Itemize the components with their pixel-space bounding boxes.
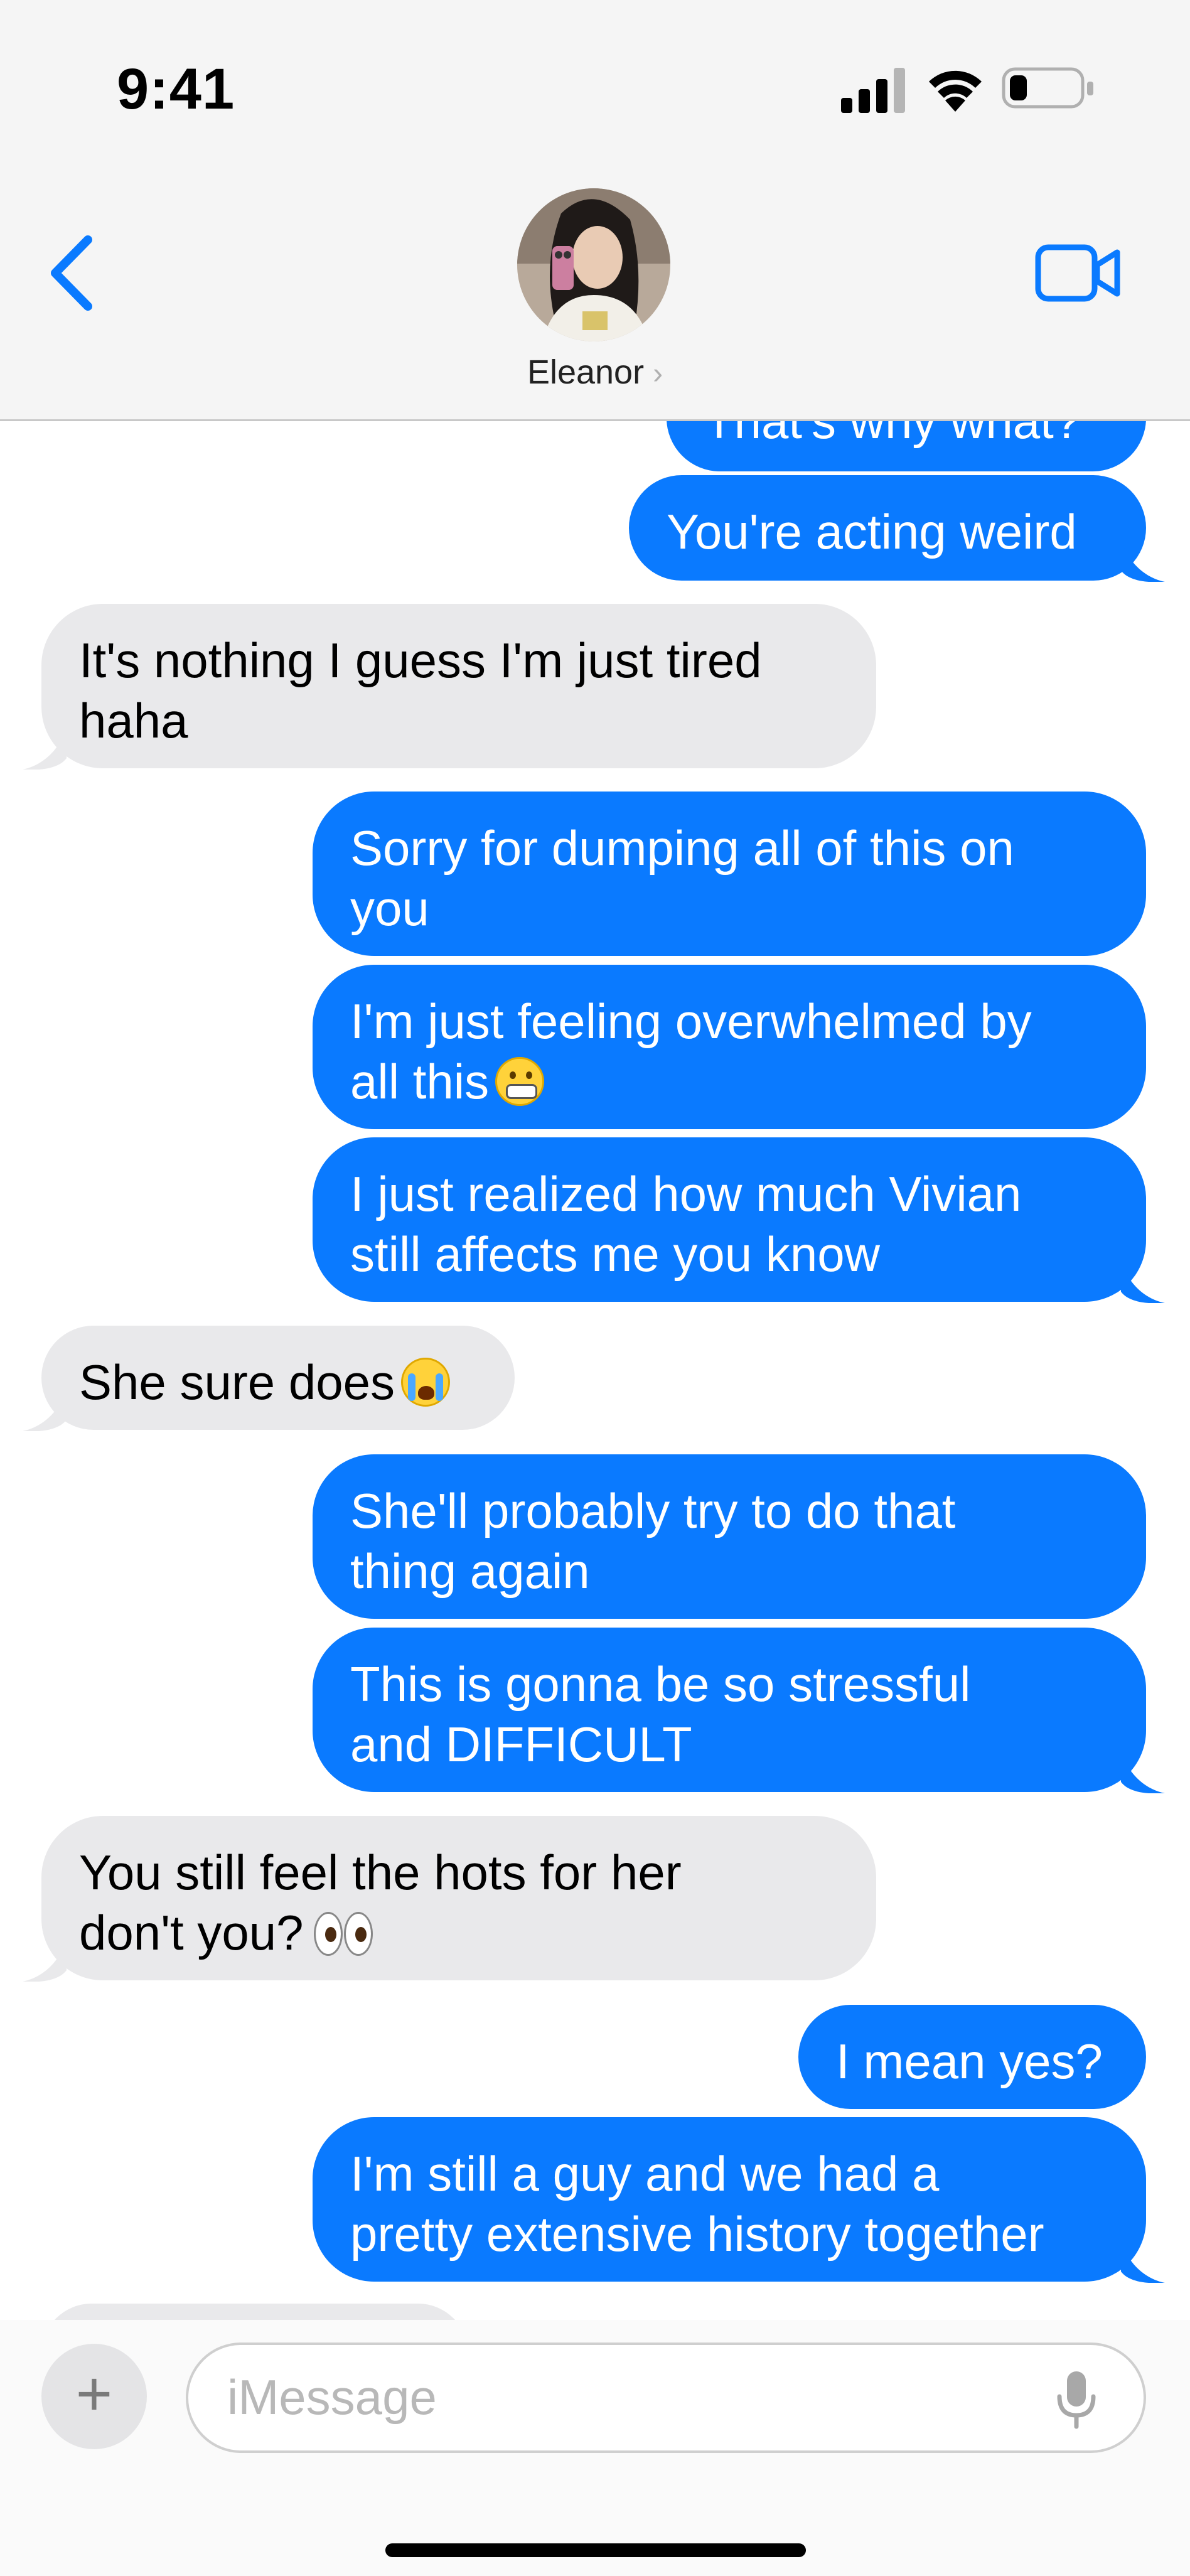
back-chevron-icon[interactable] <box>44 232 100 314</box>
grimacing-face-emoji <box>495 1057 545 1106</box>
message-input[interactable]: iMessage <box>186 2343 1146 2453</box>
message-text: I'm still a guy and we had a <box>350 2146 940 2201</box>
apps-plus-button[interactable]: + <box>41 2344 147 2449</box>
message-bubble-outgoing[interactable]: I mean yes? <box>798 2005 1146 2109</box>
message-text: I mean yes? <box>836 2034 1103 2089</box>
message-bubble-outgoing[interactable]: This is gonna be so stressful and DIFFIC… <box>313 1628 1146 1792</box>
message-list[interactable]: That's why what? You're acting weird It'… <box>0 421 1190 2320</box>
compose-bar: + iMessage <box>0 2320 1190 2576</box>
battery-icon <box>1002 67 1093 109</box>
message-bubble-outgoing[interactable]: You're acting weird <box>629 475 1146 581</box>
microphone-icon[interactable] <box>1054 2370 1098 2430</box>
message-bubble-outgoing[interactable]: That's why what? <box>667 421 1146 471</box>
facetime-video-icon[interactable] <box>1034 239 1122 308</box>
message-text: don't you? <box>79 1905 304 1960</box>
cellular-signal-icon <box>841 68 905 113</box>
message-bubble-outgoing[interactable]: I just realized how much Vivian still af… <box>313 1137 1146 1302</box>
message-text: I just realized how much Vivian <box>350 1166 1022 1221</box>
message-bubble-incoming[interactable]: You still feel the hots for her don't yo… <box>41 1816 876 1980</box>
status-time: 9:41 <box>117 57 235 121</box>
message-text: She sure does <box>79 1355 395 1410</box>
eyes-emoji <box>310 1908 373 1957</box>
contact-name-row[interactable]: Eleanor › <box>0 353 1190 392</box>
message-text: She'll probably try to do that <box>350 1483 956 1538</box>
message-text: I'm just feeling overwhelmed by <box>350 994 1032 1049</box>
message-text: pretty extensive history together <box>350 2206 1044 2262</box>
message-text: all this <box>350 1054 490 1109</box>
message-text: This is gonna be so stressful <box>350 1656 971 1712</box>
loudly-crying-face-emoji <box>401 1358 451 1407</box>
message-bubble-incoming[interactable]: She sure does <box>41 1326 515 1430</box>
wifi-icon <box>929 70 982 112</box>
contact-name: Eleanor <box>527 353 645 391</box>
contact-avatar[interactable] <box>517 188 670 341</box>
message-bubble-outgoing[interactable]: I'm just feeling overwhelmed by all this <box>313 965 1146 1129</box>
conversation-header: Eleanor › <box>0 176 1190 421</box>
message-text: It's nothing I guess I'm just tired <box>79 633 762 688</box>
contact-photo <box>517 188 670 341</box>
message-bubble-outgoing[interactable]: She'll probably try to do that thing aga… <box>313 1454 1146 1619</box>
message-text: still affects me you know <box>350 1226 880 1282</box>
message-bubble-outgoing[interactable]: Sorry for dumping all of this on you <box>313 792 1146 956</box>
message-bubble-incoming-partial[interactable] <box>41 2304 468 2320</box>
plus-icon: + <box>75 2359 113 2429</box>
message-text: That's why what? <box>704 421 1081 449</box>
message-text: thing again <box>350 1543 590 1599</box>
home-indicator[interactable] <box>385 2543 806 2557</box>
message-text: haha <box>79 693 188 748</box>
message-text: You still feel the hots for her <box>79 1845 682 1900</box>
status-bar: 9:41 <box>0 0 1190 176</box>
message-input-placeholder: iMessage <box>227 2369 437 2425</box>
chevron-right-icon: › <box>653 357 663 390</box>
message-text: You're acting weird <box>667 504 1077 559</box>
message-text: Sorry for dumping all of this on <box>350 820 1014 876</box>
message-bubble-incoming[interactable]: It's nothing I guess I'm just tired haha <box>41 604 876 768</box>
message-bubble-outgoing[interactable]: I'm still a guy and we had a pretty exte… <box>313 2117 1146 2282</box>
message-text: you <box>350 881 429 936</box>
message-text: and DIFFICULT <box>350 1717 692 1772</box>
